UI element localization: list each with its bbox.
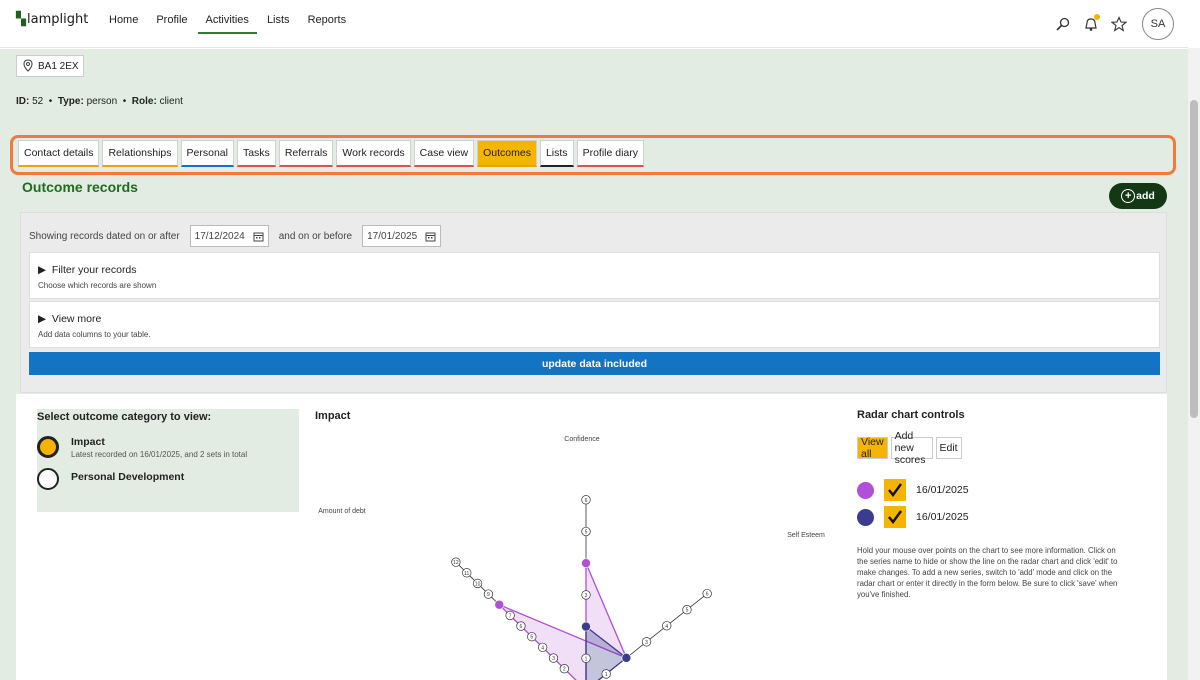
- series-date: 16/01/2025: [916, 511, 969, 523]
- lamp-icon: ▚: [16, 12, 26, 27]
- radar-data-point: [581, 621, 591, 632]
- category-personal-development[interactable]: Personal Development: [37, 468, 184, 490]
- add-new-scores-button[interactable]: Add new scores: [890, 430, 933, 466]
- series-checkbox[interactable]: [884, 479, 906, 501]
- radar-tick-label: 10: [475, 581, 481, 587]
- radar-data-point: [621, 653, 632, 663]
- calendar-icon: [425, 232, 436, 241]
- series-color-dot: [857, 508, 874, 526]
- triangle-right-icon: ▶: [38, 264, 47, 276]
- radar-data-point: [581, 558, 591, 569]
- radar-data-point: [494, 599, 505, 610]
- radar-tick-label: 6: [520, 624, 523, 630]
- postcode-text: BA1 2EX: [38, 60, 79, 72]
- page-title: Outcome records: [22, 179, 138, 195]
- radar-tick-label: 11: [464, 571, 469, 577]
- radio-selected[interactable]: [37, 436, 59, 458]
- radar-tick-label: 3: [585, 593, 588, 599]
- update-data-button[interactable]: update data included: [29, 352, 1160, 375]
- postcode-badge[interactable]: BA1 2EX: [16, 55, 84, 77]
- triangle-right-icon: ▶: [38, 313, 47, 325]
- radar-tick-label: 4: [541, 645, 544, 651]
- filter-panel: Showing records dated on or after 17/12/…: [20, 212, 1167, 393]
- category-impact[interactable]: Impact Latest recorded on 16/01/2025, an…: [37, 436, 247, 459]
- nav-links: Home Profile Activities Lists Reports: [100, 0, 355, 48]
- add-button[interactable]: + add: [1109, 183, 1167, 209]
- edit-button[interactable]: Edit: [935, 437, 962, 459]
- radar-tick-label: 4: [665, 624, 668, 630]
- axis-label-amount-of-debt: Amount of debt: [318, 508, 366, 515]
- date-range: Showing records dated on or after 17/12/…: [29, 225, 451, 247]
- radar-tick-label: 3: [645, 640, 648, 646]
- nav-activities[interactable]: Activities: [197, 0, 257, 34]
- notification-dot: [1094, 14, 1100, 20]
- checkmark-icon: [888, 483, 902, 497]
- tabs-highlight: [10, 135, 1176, 175]
- axis-label-confidence: Confidence: [564, 436, 600, 443]
- radar-tick-label: 6: [585, 498, 588, 504]
- radar-tick-label: 1: [605, 672, 608, 678]
- profile-id-line: ID: 52 • Type: person • Role: client: [16, 96, 183, 107]
- radar-tick-label: 12: [453, 560, 459, 566]
- top-nav: ▚lamplight Home Profile Activities Lists…: [0, 0, 1188, 48]
- avatar[interactable]: SA: [1142, 8, 1174, 40]
- series-row[interactable]: 16/01/2025: [857, 479, 969, 501]
- series-date: 16/01/2025: [916, 484, 969, 496]
- controls-buttons: View all Add new scores Edit: [857, 430, 965, 466]
- map-pin-icon: [23, 59, 33, 72]
- date-from-input[interactable]: 17/12/2024: [189, 225, 269, 247]
- series-checkbox[interactable]: [884, 506, 906, 528]
- nav-home[interactable]: Home: [101, 0, 146, 34]
- chart-help-text: Hold your mouse over points on the chart…: [857, 546, 1118, 599]
- category-heading: Select outcome category to view:: [37, 411, 212, 423]
- radar-controls: Radar chart controls View all Add new sc…: [857, 409, 1117, 599]
- series-row[interactable]: 16/01/2025: [857, 506, 969, 528]
- radar-chart[interactable]: Confidence Self Esteem Amount of debt 12…: [300, 425, 845, 680]
- radar-tick-label: 3: [552, 656, 555, 662]
- chart-title: Impact: [315, 410, 351, 422]
- controls-heading: Radar chart controls: [857, 409, 965, 421]
- scrollbar-thumb[interactable]: [1190, 100, 1198, 418]
- radar-tick-label: 2: [563, 667, 566, 673]
- radar-tick-label: 5: [585, 530, 588, 536]
- view-all-button[interactable]: View all: [857, 436, 888, 460]
- radar-tick-label: 9: [487, 592, 490, 598]
- scrollbar[interactable]: [1188, 48, 1200, 680]
- radar-tick-label: 1: [585, 656, 588, 662]
- nav-reports[interactable]: Reports: [300, 0, 355, 34]
- date-to-input[interactable]: 17/01/2025: [362, 225, 442, 247]
- nav-lists[interactable]: Lists: [259, 0, 298, 34]
- search-icon[interactable]: [1050, 11, 1076, 37]
- radar-tick-label: 5: [686, 608, 689, 614]
- calendar-icon: [253, 232, 264, 241]
- radar-tick-label: 6: [706, 592, 709, 598]
- axis-label-self-esteem: Self Esteem: [787, 532, 825, 539]
- app-logo[interactable]: ▚lamplight: [16, 12, 88, 27]
- star-icon[interactable]: [1106, 11, 1132, 37]
- radio-unselected[interactable]: [37, 468, 59, 490]
- radar-tick-label: 7: [509, 613, 512, 619]
- checkmark-icon: [888, 510, 902, 524]
- category-panel: Select outcome category to view: Impact …: [37, 409, 299, 512]
- nav-profile[interactable]: Profile: [148, 0, 195, 34]
- nav-icons: SA: [1048, 8, 1174, 40]
- bell-icon[interactable]: [1078, 11, 1104, 37]
- plus-icon: +: [1121, 189, 1136, 203]
- series-color-dot: [857, 481, 874, 499]
- filter-records-accordion[interactable]: ▶ Filter your records Choose which recor…: [29, 252, 1160, 299]
- radar-tick-label: 5: [530, 635, 533, 641]
- view-more-accordion[interactable]: ▶ View more Add data columns to your tab…: [29, 301, 1160, 348]
